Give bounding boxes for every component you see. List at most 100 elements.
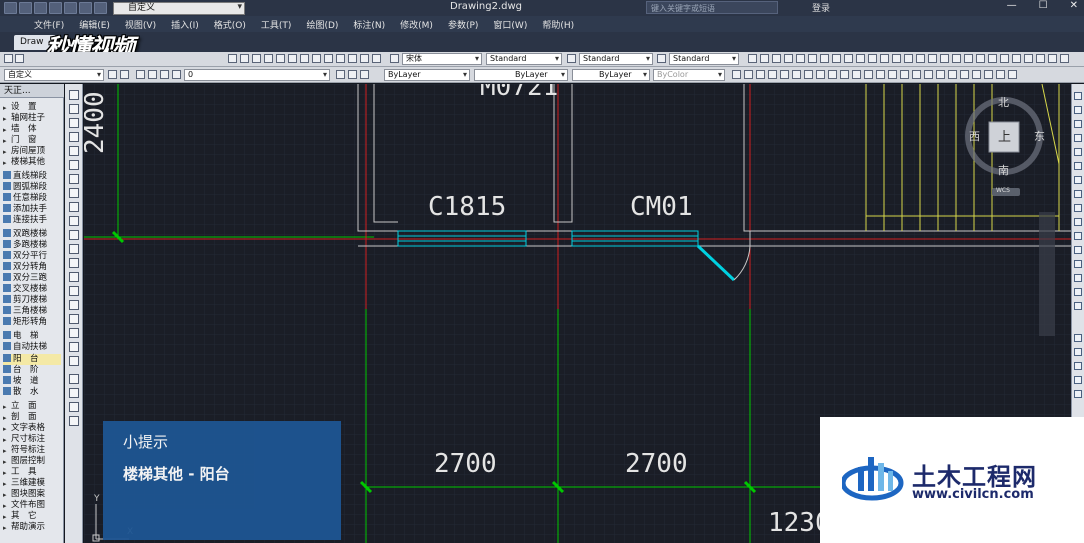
jog-line-icon[interactable] <box>940 54 949 63</box>
zoom-icon[interactable] <box>240 54 249 63</box>
maximize-icon[interactable]: ☐ <box>1039 0 1048 11</box>
palette-item[interactable]: ▸ 轴网柱子 <box>3 113 45 124</box>
tool-m-icon[interactable] <box>876 70 885 79</box>
dim-space-icon[interactable] <box>880 54 889 63</box>
palette-item[interactable]: ▸ 三维建模 <box>3 478 45 489</box>
right-tool-20-icon[interactable] <box>1074 376 1082 384</box>
dim-diameter-icon[interactable] <box>820 54 829 63</box>
right-tool-6-icon[interactable] <box>1074 162 1082 170</box>
dim-arc-icon[interactable] <box>772 54 781 63</box>
palette-item[interactable]: ▸ 墙 体 <box>3 124 37 135</box>
polyline-icon[interactable] <box>69 118 79 128</box>
palette-item[interactable]: 双跑楼梯 <box>3 229 47 240</box>
calculator-icon[interactable] <box>336 54 345 63</box>
hatch-draw-icon[interactable] <box>69 286 79 296</box>
menu-insert[interactable]: 插入(I) <box>171 18 199 31</box>
palette-item[interactable]: 添加扶手 <box>3 204 47 215</box>
help-icon[interactable] <box>372 54 381 63</box>
saveas-icon[interactable] <box>49 2 62 14</box>
palette-item[interactable]: ▸ 工 具 <box>3 467 37 478</box>
properties-icon[interactable] <box>276 54 285 63</box>
right-tool-14-icon[interactable] <box>1074 274 1082 282</box>
right-tool-5-icon[interactable] <box>1074 148 1082 156</box>
sheet-set-icon[interactable] <box>312 54 321 63</box>
tool-p-icon[interactable] <box>912 70 921 79</box>
palette-item[interactable]: 多跑楼梯 <box>3 240 47 251</box>
quick-dim-icon[interactable] <box>844 54 853 63</box>
dim-style-select[interactable]: Standard <box>579 53 653 65</box>
make-current-icon[interactable] <box>336 70 345 79</box>
right-tool-18-icon[interactable] <box>1074 348 1082 356</box>
ellipse-icon[interactable] <box>69 216 79 226</box>
table-icon[interactable] <box>69 328 79 338</box>
table-style-select[interactable]: Standard <box>669 53 739 65</box>
palette-item[interactable]: 剪刀楼梯 <box>3 295 47 306</box>
tool-c-icon[interactable] <box>756 70 765 79</box>
dim-linear-icon[interactable] <box>748 54 757 63</box>
construction-line-icon[interactable] <box>69 104 79 114</box>
tool-s-icon[interactable] <box>948 70 957 79</box>
plot-style-select[interactable]: ByColor <box>653 69 725 81</box>
palette-item[interactable]: 自动扶梯 <box>3 342 47 353</box>
inspection-icon[interactable] <box>928 54 937 63</box>
mtext-icon[interactable] <box>69 342 79 352</box>
palette-item[interactable]: ▸ 尺寸标注 <box>3 434 45 445</box>
dim-ordinate-icon[interactable] <box>784 54 793 63</box>
dim-break-icon[interactable] <box>892 54 901 63</box>
orbit-icon[interactable] <box>988 54 997 63</box>
menu-window[interactable]: 窗口(W) <box>493 18 527 31</box>
dim-edit-icon[interactable] <box>952 54 961 63</box>
external-ref-icon[interactable] <box>348 54 357 63</box>
right-tool-9-icon[interactable] <box>1074 204 1082 212</box>
new-icon[interactable] <box>4 2 17 14</box>
palette-item[interactable]: 坡 道 <box>3 376 39 387</box>
menu-draw[interactable]: 绘图(D) <box>306 18 338 31</box>
zoom-realtime-icon[interactable] <box>1012 54 1021 63</box>
point-icon[interactable] <box>69 272 79 282</box>
design-center-icon[interactable] <box>288 54 297 63</box>
tool-n-icon[interactable] <box>888 70 897 79</box>
gradient-draw-icon[interactable] <box>69 300 79 310</box>
search-input[interactable]: 键入关键字或短语 <box>646 1 778 14</box>
tool-h-icon[interactable] <box>816 70 825 79</box>
region-icon[interactable] <box>1060 54 1069 63</box>
palette-item[interactable]: 阳 台 <box>3 354 61 365</box>
copy-icon[interactable] <box>69 388 79 398</box>
right-tool-7-icon[interactable] <box>1074 176 1082 184</box>
right-tool-15-icon[interactable] <box>1074 288 1082 296</box>
arc-icon[interactable] <box>69 160 79 170</box>
palette-item[interactable]: ▸ 门 窗 <box>3 135 37 146</box>
palette-item[interactable]: 交叉楼梯 <box>3 284 47 295</box>
viewcube-top-face[interactable]: 上 <box>998 126 1011 145</box>
dim-text-edit-icon[interactable] <box>964 54 973 63</box>
lineweight-select[interactable]: ByLayer <box>572 69 650 81</box>
tangent-palette-header[interactable]: 天正... <box>0 84 64 98</box>
pan-realtime-icon[interactable] <box>1000 54 1009 63</box>
menu-format[interactable]: 格式(O) <box>214 18 246 31</box>
layer-on-icon[interactable] <box>136 70 145 79</box>
tool-e-icon[interactable] <box>780 70 789 79</box>
save-icon[interactable] <box>34 2 47 14</box>
right-tool-13-icon[interactable] <box>1074 260 1082 268</box>
tool-q-icon[interactable] <box>924 70 933 79</box>
layer-match-icon[interactable] <box>360 70 369 79</box>
palette-item[interactable]: 双分平行 <box>3 251 47 262</box>
palette-item[interactable]: ▸ 设 置 <box>3 102 37 113</box>
layer-color-icon[interactable] <box>172 70 181 79</box>
markup-icon[interactable] <box>324 54 333 63</box>
palette-item[interactable]: 三角楼梯 <box>3 306 47 317</box>
right-tool-8-icon[interactable] <box>1074 190 1082 198</box>
palette-item[interactable]: 矩形转角 <box>3 317 47 328</box>
palette-item[interactable]: ▸ 其 它 <box>3 511 37 522</box>
workspace-dropdown[interactable]: 自定义 <box>4 69 104 81</box>
login-link[interactable]: 登录 <box>812 1 830 14</box>
palette-item[interactable]: ▸ 房间屋顶 <box>3 146 45 157</box>
workspace-select[interactable]: 自定义 <box>113 1 245 15</box>
redo-icon[interactable] <box>94 2 107 14</box>
layer-select[interactable]: 0 <box>184 69 330 81</box>
layer-previous-icon[interactable] <box>348 70 357 79</box>
linetype-select[interactable]: ByLayer <box>474 69 568 81</box>
palette-item[interactable]: ▸ 剖 面 <box>3 412 37 423</box>
make-block-icon[interactable] <box>69 258 79 268</box>
print-icon[interactable] <box>64 2 77 14</box>
